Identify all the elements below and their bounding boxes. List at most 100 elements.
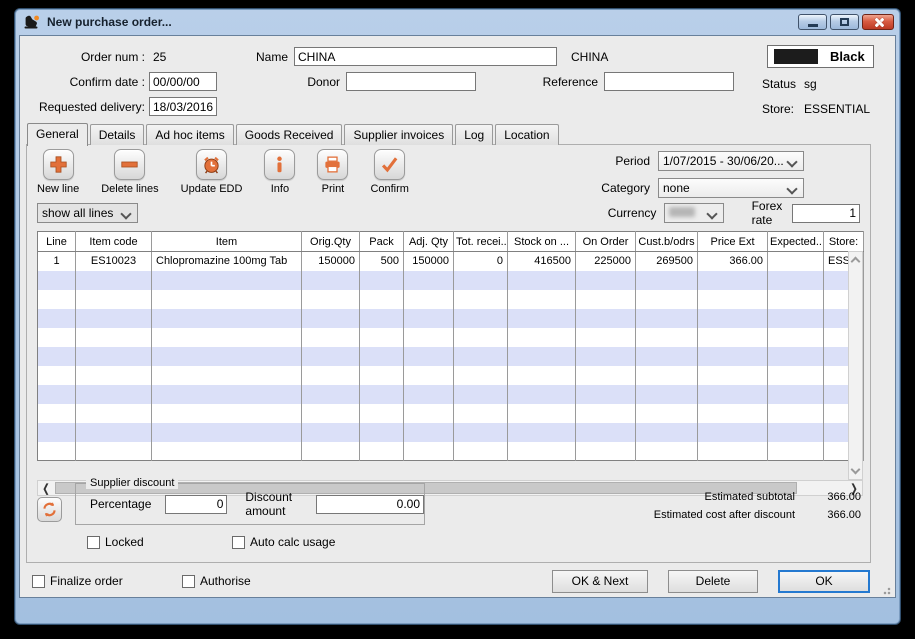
forex-rate-input[interactable] bbox=[792, 203, 860, 223]
tab-ad-hoc-items[interactable]: Ad hoc items bbox=[146, 124, 234, 145]
empty-cell bbox=[75, 365, 152, 385]
tab-goods-received[interactable]: Goods Received bbox=[235, 124, 343, 145]
column-header-pack[interactable]: Pack bbox=[359, 231, 404, 252]
finalize-order-checkbox[interactable] bbox=[32, 574, 45, 588]
column-header-on-order[interactable]: On Order bbox=[575, 231, 636, 252]
reference-input[interactable] bbox=[604, 72, 734, 91]
column-header-store[interactable]: Store: bbox=[823, 231, 864, 252]
empty-cell bbox=[301, 308, 360, 328]
table-cell[interactable]: 366.00 bbox=[697, 251, 768, 271]
tab-location[interactable]: Location bbox=[495, 124, 559, 145]
empty-cell bbox=[453, 441, 508, 461]
table-cell[interactable]: 500 bbox=[359, 251, 404, 271]
column-header-stock-on[interactable]: Stock on ... bbox=[507, 231, 576, 252]
sync-icon bbox=[43, 502, 56, 517]
requested-delivery-input[interactable] bbox=[149, 97, 217, 116]
confirm-date-input[interactable] bbox=[149, 72, 217, 91]
empty-cell bbox=[37, 346, 76, 366]
empty-cell bbox=[453, 403, 508, 423]
delete-button[interactable]: Delete bbox=[668, 570, 758, 593]
column-header-orig-qty[interactable]: Orig.Qty bbox=[301, 231, 360, 252]
ok-next-button[interactable]: OK & Next bbox=[552, 570, 648, 593]
recalculate-button[interactable] bbox=[37, 497, 62, 522]
column-header-price-ext[interactable]: Price Ext bbox=[697, 231, 768, 252]
table-cell[interactable]: 150000 bbox=[301, 251, 360, 271]
maximize-button[interactable] bbox=[830, 14, 859, 30]
column-header-adj-qty[interactable]: Adj. Qty bbox=[403, 231, 454, 252]
confirm-button[interactable]: Confirm bbox=[370, 149, 409, 195]
ok-button[interactable]: OK bbox=[778, 570, 870, 593]
column-header-cust-b-odrs[interactable]: Cust.b/odrs bbox=[635, 231, 698, 252]
plus-icon bbox=[42, 149, 74, 180]
auto-calc-usage-checkbox[interactable] bbox=[232, 535, 245, 549]
empty-cell bbox=[453, 384, 508, 404]
update-edd-button[interactable]: Update EDD bbox=[181, 149, 242, 195]
resize-grip[interactable] bbox=[883, 585, 893, 595]
empty-table-row bbox=[37, 422, 864, 442]
donor-input[interactable] bbox=[346, 72, 476, 91]
close-button[interactable] bbox=[862, 14, 894, 30]
table-cell[interactable]: 269500 bbox=[635, 251, 698, 271]
empty-cell bbox=[767, 327, 824, 347]
vertical-scrollbar[interactable] bbox=[848, 251, 863, 480]
title-bar[interactable]: New purchase order... bbox=[15, 9, 900, 35]
empty-cell bbox=[359, 289, 404, 309]
table-row[interactable]: 1 ES10023 Chlopromazine 100mg Tab 150000 500… bbox=[37, 251, 864, 271]
column-header-tot-recei[interactable]: Tot. recei... bbox=[453, 231, 508, 252]
new-line-button[interactable]: New line bbox=[37, 149, 79, 195]
estimated-subtotal-label: Estimated subtotal bbox=[704, 491, 796, 503]
scroll-left-icon[interactable]: ❬ bbox=[38, 482, 54, 495]
supplier-icon bbox=[24, 15, 39, 29]
scroll-down-icon[interactable] bbox=[850, 464, 861, 475]
order-num-label: Order num : bbox=[80, 50, 145, 64]
requested-delivery-label: Requested delivery: bbox=[38, 100, 145, 114]
show-lines-select[interactable]: show all lines bbox=[37, 203, 138, 223]
empty-cell bbox=[75, 327, 152, 347]
period-select[interactable]: 1/07/2015 - 30/06/20... bbox=[658, 151, 804, 171]
color-selector[interactable]: Black bbox=[767, 45, 874, 68]
table-cell[interactable]: 150000 bbox=[403, 251, 454, 271]
tab-supplier-invoices[interactable]: Supplier invoices bbox=[344, 124, 454, 145]
info-button[interactable]: Info bbox=[264, 149, 296, 195]
empty-cell bbox=[575, 365, 636, 385]
empty-cell bbox=[75, 441, 152, 461]
tab-log[interactable]: Log bbox=[455, 124, 494, 145]
delete-lines-button[interactable]: Delete lines bbox=[101, 149, 159, 195]
table-cell[interactable]: 1 bbox=[37, 251, 76, 271]
name-input[interactable] bbox=[294, 47, 557, 66]
table-cell[interactable]: 416500 bbox=[507, 251, 576, 271]
print-button[interactable]: Print bbox=[317, 149, 349, 195]
column-header-expected[interactable]: Expected... bbox=[767, 231, 824, 252]
finalize-order-row: Finalize order bbox=[32, 574, 123, 588]
empty-cell bbox=[151, 441, 302, 461]
column-header-item[interactable]: Item bbox=[151, 231, 302, 252]
column-header-item-code[interactable]: Item code bbox=[75, 231, 152, 252]
empty-cell bbox=[507, 289, 576, 309]
tab-details[interactable]: Details bbox=[89, 124, 145, 145]
discount-amount-input[interactable] bbox=[316, 494, 424, 514]
empty-cell bbox=[75, 384, 152, 404]
supplier-discount-group: Supplier discount Percentage Discount am… bbox=[75, 477, 425, 525]
table-cell[interactable]: ES10023 bbox=[75, 251, 152, 271]
purchase-order-window: New purchase order... Order num : 25 Nam… bbox=[14, 8, 901, 625]
empty-cell bbox=[453, 365, 508, 385]
category-select[interactable]: none bbox=[658, 178, 804, 198]
empty-cell bbox=[37, 384, 76, 404]
tab-general[interactable]: General bbox=[27, 123, 88, 146]
general-tab-panel: New line Delete lines Update EDD Info Print C… bbox=[26, 144, 871, 563]
empty-cell bbox=[37, 327, 76, 347]
table-cell[interactable]: 225000 bbox=[575, 251, 636, 271]
table-cell[interactable] bbox=[767, 251, 824, 271]
authorise-checkbox[interactable] bbox=[182, 574, 195, 588]
column-header-line[interactable]: Line bbox=[37, 231, 76, 252]
table-cell[interactable]: Chlopromazine 100mg Tab bbox=[151, 251, 302, 271]
toolbar-button-label: Print bbox=[321, 183, 345, 195]
empty-cell bbox=[75, 289, 152, 309]
empty-table-row bbox=[37, 270, 864, 290]
table-cell[interactable]: 0 bbox=[453, 251, 508, 271]
locked-checkbox[interactable] bbox=[87, 535, 100, 549]
scroll-up-icon[interactable] bbox=[850, 256, 861, 267]
empty-cell bbox=[697, 365, 768, 385]
percentage-input[interactable] bbox=[165, 494, 228, 514]
minimize-button[interactable] bbox=[798, 14, 827, 30]
